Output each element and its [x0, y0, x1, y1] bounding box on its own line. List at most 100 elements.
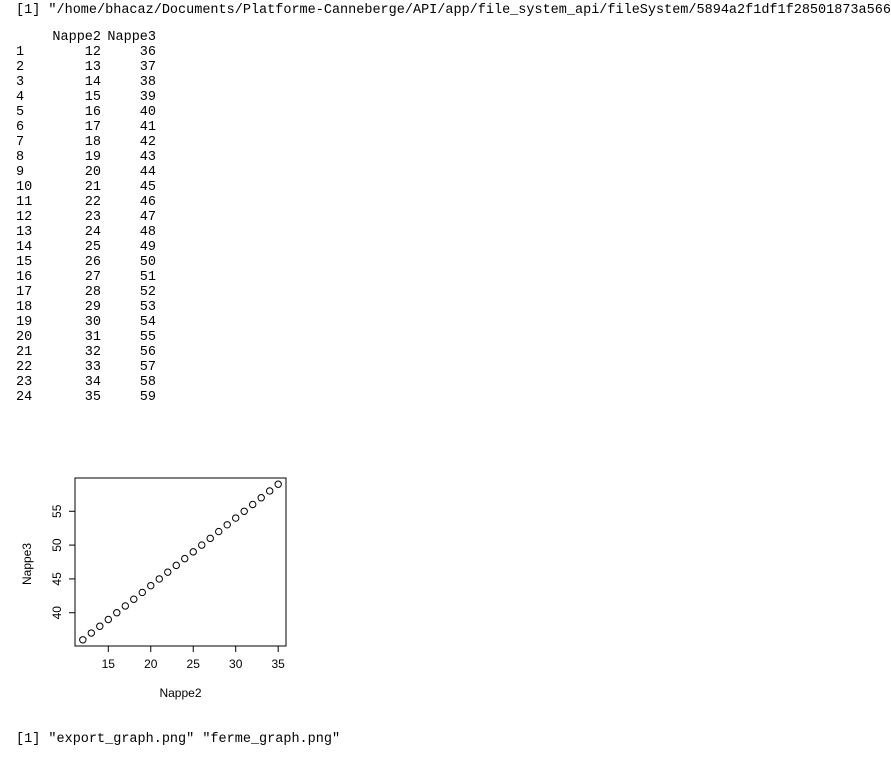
- nappe2-cell: 31: [84, 330, 101, 345]
- nappe3-cell: 44: [139, 165, 156, 180]
- x-axis-label: Nappe2: [159, 686, 201, 700]
- data-table: Nappe2 Nappe3 1 12 36 2 13 37 3 14 38 4 15 39 5 16 40 6 17…: [16, 30, 156, 405]
- nappe3-cell: 38: [139, 75, 156, 90]
- nappe2-cell: 22: [84, 195, 101, 210]
- table-row: 21 32 56: [16, 345, 156, 360]
- row-index: 2: [16, 60, 25, 75]
- files-output-line: [1] "export_graph.png" "ferme_graph.png": [16, 732, 341, 747]
- data-point: [181, 554, 189, 563]
- data-point: [96, 622, 104, 630]
- nappe3-cell: 55: [139, 330, 156, 345]
- nappe3-cell: 40: [139, 105, 156, 120]
- nappe3-cell: 43: [139, 150, 156, 165]
- row-index: 13: [16, 225, 33, 240]
- row-index: 23: [16, 375, 33, 390]
- nappe2-cell: 21: [84, 180, 101, 195]
- nappe2-cell: 25: [84, 240, 101, 255]
- row-index: 9: [16, 165, 25, 180]
- nappe2-cell: 24: [84, 225, 101, 240]
- nappe2-cell: 33: [84, 360, 101, 375]
- nappe3-cell: 37: [139, 60, 156, 75]
- table-row: 16 27 51: [16, 270, 156, 285]
- x-tick-label: 30: [229, 657, 243, 671]
- nappe2-cell: 18: [84, 135, 101, 150]
- data-point: [155, 575, 163, 583]
- table-row: 18 29 53: [16, 300, 156, 315]
- nappe2-cell: 34: [84, 375, 101, 390]
- column-header-nappe3: Nappe3: [107, 30, 156, 45]
- nappe2-cell: 32: [84, 345, 101, 360]
- nappe2-cell: 30: [84, 315, 101, 330]
- row-index: 12: [16, 210, 33, 225]
- row-index: 19: [16, 315, 33, 330]
- table-row: 14 25 49: [16, 240, 156, 255]
- nappe3-cell: 48: [139, 225, 156, 240]
- row-index: 21: [16, 345, 33, 360]
- table-row: 6 17 41: [16, 120, 156, 135]
- row-index: 15: [16, 255, 33, 270]
- plot-frame: [74, 477, 287, 647]
- nappe3-cell: 49: [139, 240, 156, 255]
- data-point: [198, 541, 206, 549]
- y-axis-label: Nappe3: [20, 543, 34, 585]
- nappe3-cell: 56: [139, 345, 156, 360]
- data-point: [249, 500, 257, 509]
- nappe2-cell: 28: [84, 285, 101, 300]
- nappe3-cell: 53: [139, 300, 156, 315]
- data-point: [223, 521, 231, 529]
- row-index: 16: [16, 270, 33, 285]
- row-index: 24: [16, 390, 33, 405]
- table-row: 3 14 38: [16, 75, 156, 90]
- data-point: [232, 514, 240, 522]
- row-index: 18: [16, 300, 33, 315]
- nappe3-cell: 54: [139, 315, 156, 330]
- data-point: [265, 487, 274, 495]
- table-row: 8 19 43: [16, 150, 156, 165]
- table-row: 7 18 42: [16, 135, 156, 150]
- table-row: 20 31 55: [16, 330, 156, 345]
- y-tick-label: 40: [50, 606, 64, 620]
- data-point: [121, 602, 129, 610]
- table-row: 11 22 46: [16, 195, 156, 210]
- nappe3-cell: 36: [139, 45, 156, 60]
- nappe2-cell: 20: [84, 165, 101, 180]
- nappe3-cell: 52: [139, 285, 156, 300]
- table-row: 24 35 59: [16, 390, 156, 405]
- nappe3-cell: 59: [139, 390, 156, 405]
- table-row: 22 33 57: [16, 360, 156, 375]
- row-index: 3: [16, 75, 25, 90]
- row-index: 10: [16, 180, 33, 195]
- scatter-plot: 15 20 25 30 35 40 45 50 55 Nappe2 Nappe3: [20, 477, 287, 700]
- table-header-row: Nappe2 Nappe3: [16, 30, 156, 45]
- row-index: 22: [16, 360, 33, 375]
- table-row: 1 12 36: [16, 45, 156, 60]
- nappe3-cell: 57: [139, 360, 156, 375]
- nappe2-cell: 16: [84, 105, 101, 120]
- x-tick-label: 20: [144, 657, 158, 671]
- row-index: 8: [16, 150, 25, 165]
- nappe3-cell: 39: [139, 90, 156, 105]
- x-tick-label: 35: [272, 657, 286, 671]
- data-point: [147, 581, 155, 590]
- data-point: [130, 595, 138, 603]
- y-tick-label: 45: [50, 572, 64, 586]
- row-index: 4: [16, 90, 25, 105]
- table-row: 15 26 50: [16, 255, 156, 270]
- nappe2-cell: 26: [84, 255, 101, 270]
- nappe2-cell: 12: [84, 45, 101, 60]
- nappe2-cell: 13: [84, 60, 101, 75]
- data-point: [206, 534, 214, 543]
- row-index: 14: [16, 240, 33, 255]
- nappe3-cell: 58: [139, 375, 156, 390]
- row-index: 11: [16, 195, 33, 210]
- nappe3-cell: 41: [139, 120, 156, 135]
- row-index: 1: [16, 45, 25, 60]
- row-index: 5: [16, 105, 25, 120]
- x-tick-label: 15: [102, 657, 116, 671]
- row-index: 20: [16, 330, 33, 345]
- table-row: 12 23 47: [16, 210, 156, 225]
- data-point: [240, 507, 248, 515]
- nappe3-cell: 42: [139, 135, 156, 150]
- table-row: 19 30 54: [16, 315, 156, 330]
- table-row: 10 21 45: [16, 180, 156, 195]
